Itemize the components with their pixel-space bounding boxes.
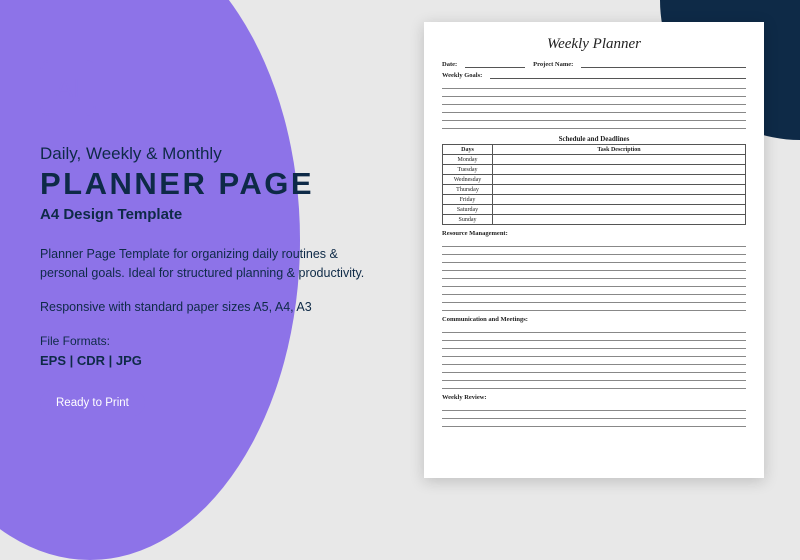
description-paragraph-1: Planner Page Template for organizing dai… [40,245,380,284]
ruled-line [442,113,746,121]
schedule-table: Days Task Description Monday Tuesday Wed… [442,144,746,225]
ruled-line [442,105,746,113]
ruled-line [442,247,746,255]
ruled-line [442,341,746,349]
description-paragraph-2: Responsive with standard paper sizes A5,… [40,300,400,314]
promo-panel: AI Daily, Weekly & Monthly PLANNER PAGE … [40,60,400,416]
task-cell [493,175,746,185]
col-days: Days [443,145,493,155]
ready-to-print-badge: Ready to Print [40,390,145,416]
resource-label: Resource Management: [442,230,746,237]
ruled-line [442,97,746,105]
table-row: Sunday [443,215,746,225]
table-row: Saturday [443,205,746,215]
ai-logo-text: AI [56,73,81,104]
ruled-line [442,333,746,341]
ruled-line [442,411,746,419]
ruled-line [442,121,746,129]
ruled-line [442,357,746,365]
day-cell: Friday [443,195,493,205]
communication-lines [442,325,746,389]
communication-label: Communication and Meetings: [442,316,746,323]
badge-text: Ready to Print [56,397,129,409]
day-cell: Saturday [443,205,493,215]
day-cell: Wednesday [443,175,493,185]
task-cell [493,205,746,215]
planner-title: Weekly Planner [442,36,746,53]
goals-label: Weekly Goals: [442,72,482,79]
heading-main: PLANNER PAGE [40,166,400,202]
ruled-line [442,419,746,427]
project-label: Project Name: [533,61,573,68]
file-formats-label: File Formats: [40,334,400,348]
col-task: Task Description [493,145,746,155]
task-cell [493,165,746,175]
project-line [581,61,746,68]
ruled-line [442,271,746,279]
ruled-line [442,373,746,381]
ruled-line [442,287,746,295]
file-formats-values: EPS | CDR | JPG [40,353,400,368]
goals-lines [442,81,746,129]
planner-preview-page: Weekly Planner Date: Project Name: Weekl… [424,22,764,478]
day-cell: Monday [443,155,493,165]
review-label: Weekly Review: [442,394,746,401]
day-cell: Thursday [443,185,493,195]
date-line [465,61,525,68]
date-project-row: Date: Project Name: [442,61,746,68]
task-cell [493,195,746,205]
ruled-line [442,279,746,287]
ruled-line [442,89,746,97]
heading-overline: Daily, Weekly & Monthly [40,144,400,164]
ruled-line [442,255,746,263]
task-cell [493,185,746,195]
ruled-line [442,403,746,411]
ruled-line [442,81,746,89]
table-row: Wednesday [443,175,746,185]
table-row: Monday [443,155,746,165]
ruled-line [442,381,746,389]
ruled-line [442,263,746,271]
table-row: Friday [443,195,746,205]
ai-logo-badge: AI [40,60,96,116]
ruled-line [442,365,746,373]
table-row: Tuesday [443,165,746,175]
review-lines [442,403,746,427]
ruled-line [442,303,746,311]
goals-row: Weekly Goals: [442,72,746,79]
ruled-line [442,349,746,357]
date-label: Date: [442,61,457,68]
ruled-line [442,239,746,247]
schedule-heading: Schedule and Deadlines [442,135,746,143]
task-cell [493,155,746,165]
goals-line [490,72,746,79]
heading-subtitle: A4 Design Template [40,206,400,223]
table-header-row: Days Task Description [443,145,746,155]
ruled-line [442,295,746,303]
task-cell [493,215,746,225]
day-cell: Tuesday [443,165,493,175]
day-cell: Sunday [443,215,493,225]
table-row: Thursday [443,185,746,195]
ruled-line [442,325,746,333]
resource-lines [442,239,746,311]
